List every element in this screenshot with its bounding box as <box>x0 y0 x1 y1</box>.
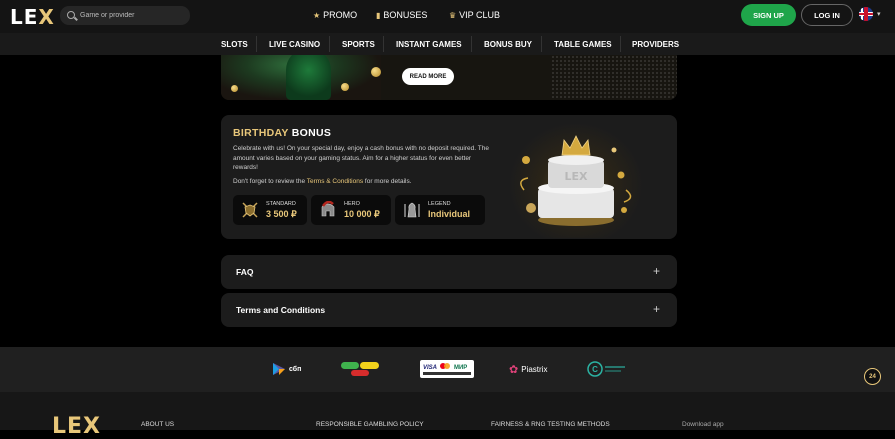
support-24-button[interactable]: 24 <box>864 368 881 385</box>
cards-logo: VISA МИР <box>420 360 474 378</box>
category-table-games[interactable]: TABLE GAMES <box>554 40 612 49</box>
crypto-coin-icon: C <box>587 361 625 377</box>
banner-illustration <box>221 55 381 100</box>
piastrix-logo: ✿ Piastrix <box>509 363 548 376</box>
crypto-logo: C <box>587 361 627 377</box>
birthday-bonus-title: BIRTHDAY BONUS <box>233 127 332 139</box>
piastrix-icon: ✿ <box>509 363 519 376</box>
tier-standard: STANDARD 3 500 ₽ <box>233 195 307 225</box>
site-logo[interactable]: LEX <box>10 5 55 29</box>
birthday-bonus-description: Celebrate with us! On your special day, … <box>233 145 489 171</box>
signup-button[interactable]: SIGN UP <box>741 4 796 26</box>
spartan-helmet-icon <box>321 201 335 217</box>
footer-link-fairness[interactable]: FAIRNESS & RNG TESTING METHODS <box>491 421 610 428</box>
nav-vip-club[interactable]: ♛ VIP CLUB <box>449 10 500 20</box>
login-button[interactable]: LOG IN <box>801 4 853 26</box>
gift-icon: ▮ <box>376 10 381 20</box>
shield-swords-icon <box>242 202 258 218</box>
svg-text:МИР: МИР <box>454 365 467 371</box>
sbp-icon <box>273 363 285 375</box>
tier-hero: HERO 10 000 ₽ <box>311 195 391 225</box>
category-instant-games[interactable]: INSTANT GAMES <box>396 40 462 49</box>
svg-text:LEX: LEX <box>564 170 588 183</box>
search-input[interactable] <box>80 9 185 22</box>
birthday-bonus-note: Don't forget to review the Terms & Condi… <box>233 178 412 185</box>
read-more-button[interactable]: READ MORE <box>402 68 454 85</box>
terms-link[interactable]: Terms & Conditions <box>307 178 363 185</box>
footer: LEX ABOUT US RESPONSIBLE GAMBLING POLICY… <box>0 392 895 439</box>
wallets-logo <box>341 361 379 377</box>
search-box[interactable] <box>60 6 190 25</box>
category-bonus-buy[interactable]: BONUS BUY <box>484 40 532 49</box>
ewallet-badges-icon <box>341 362 379 376</box>
footer-logo: LEX <box>52 414 102 439</box>
footer-download-app[interactable]: Download app <box>682 421 724 428</box>
category-bar: SLOTS LIVE CASINO SPORTS INSTANT GAMES B… <box>0 33 895 55</box>
nav-bonuses[interactable]: ▮ BONUSES <box>376 10 427 20</box>
crown-icon: ♛ <box>449 10 457 20</box>
terms-accordion[interactable]: Terms and Conditions + <box>221 293 677 327</box>
category-providers[interactable]: PROVIDERS <box>632 40 679 49</box>
footer-link-responsible-gambling[interactable]: RESPONSIBLE GAMBLING POLICY <box>316 421 424 428</box>
star-icon: ★ <box>313 10 321 20</box>
plus-icon[interactable]: + <box>653 264 660 278</box>
top-navbar: LEX ★PROMO ▮BONUSES ♛VIP CLUB SIGN UP LO… <box>0 0 895 33</box>
payment-methods-strip: сбп VISA МИР ✿ Piastrix C <box>0 347 895 392</box>
category-live-casino[interactable]: LIVE CASINO <box>269 40 320 49</box>
nav-promo[interactable]: ★ PROMO <box>313 10 357 20</box>
search-icon <box>67 11 75 19</box>
svg-text:VISA: VISA <box>423 365 437 371</box>
uk-flag-icon[interactable] <box>859 7 873 21</box>
birthday-bonus-card: BIRTHDAY BONUS Celebrate with us! On you… <box>221 115 677 239</box>
tier-legend: LEGEND Individual <box>395 195 485 225</box>
faq-accordion[interactable]: FAQ + <box>221 255 677 289</box>
visa-mc-mir-icon: VISA МИР <box>420 360 474 378</box>
category-slots[interactable]: SLOTS <box>221 40 248 49</box>
svg-text:C: C <box>592 365 598 374</box>
knight-armor-icon <box>404 202 420 218</box>
category-sports[interactable]: SPORTS <box>342 40 375 49</box>
banner-dots-pattern <box>551 55 677 100</box>
sbp-logo: сбп <box>272 361 301 377</box>
footer-link-about[interactable]: ABOUT US <box>141 421 174 428</box>
birthday-cake-illustration: LEX <box>506 120 646 238</box>
chevron-down-icon[interactable]: ▾ <box>877 10 881 18</box>
plus-icon[interactable]: + <box>653 302 660 316</box>
